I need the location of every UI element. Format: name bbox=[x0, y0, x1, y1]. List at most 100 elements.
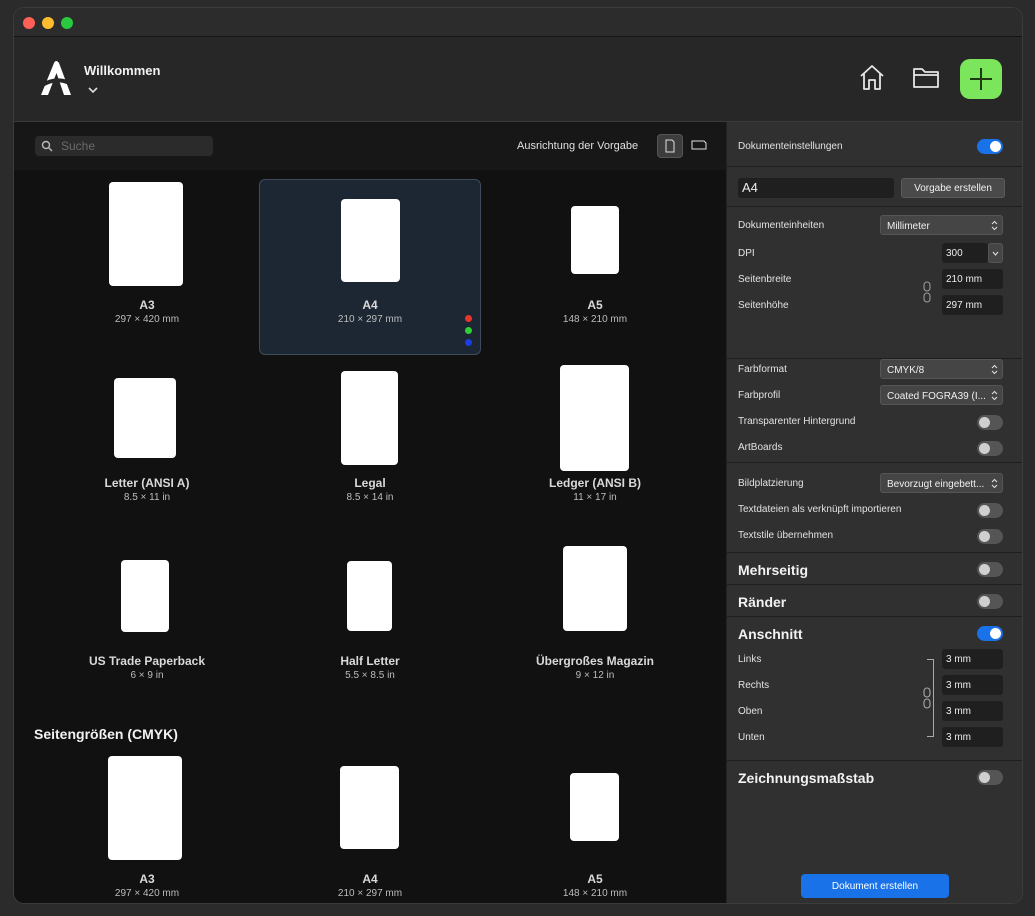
home-icon[interactable] bbox=[857, 62, 887, 92]
color-profile-value: Coated FOGRA39 (I... bbox=[887, 391, 986, 402]
preset-size: 210 × 297 mm bbox=[337, 314, 403, 325]
drawing-scale-toggle[interactable] bbox=[977, 770, 1003, 785]
create-preset-button[interactable]: Vorgabe erstellen bbox=[901, 178, 1005, 198]
image-placement-value: Bevorzugt eingebett... bbox=[887, 479, 985, 490]
search-input[interactable] bbox=[61, 136, 209, 156]
preset-size: 8.5 × 11 in bbox=[123, 492, 171, 503]
artboards-toggle[interactable] bbox=[977, 441, 1003, 456]
rgb-blue-dot bbox=[465, 339, 472, 346]
color-format-select[interactable]: CMYK/8 bbox=[880, 359, 1003, 379]
link-chain-icon[interactable] bbox=[922, 280, 932, 304]
divider bbox=[727, 584, 1022, 585]
close-window-button[interactable] bbox=[23, 17, 35, 29]
rgb-green-dot bbox=[465, 327, 472, 334]
multipage-toggle[interactable] bbox=[977, 562, 1003, 577]
bleed-left-field[interactable]: 3 mm bbox=[942, 649, 1003, 669]
preset-size: 297 × 420 mm bbox=[114, 888, 180, 899]
updown-arrows-icon bbox=[991, 478, 998, 489]
page-thumbnail bbox=[341, 371, 398, 465]
landscape-page-icon bbox=[691, 140, 707, 150]
page-thumbnail bbox=[563, 546, 627, 631]
preset-size: 148 × 210 mm bbox=[562, 888, 628, 899]
page-thumbnail bbox=[114, 378, 176, 458]
page-thumbnail bbox=[340, 766, 399, 849]
bleed-right-label: Rechts bbox=[738, 680, 770, 691]
color-profile-select[interactable]: Coated FOGRA39 (I... bbox=[880, 385, 1003, 405]
preset-tile-letter[interactable]: Letter (ANSI A) 8.5 × 11 in bbox=[36, 357, 258, 533]
units-label: Dokumenteinheiten bbox=[738, 220, 825, 231]
new-document-button[interactable] bbox=[960, 59, 1002, 99]
divider bbox=[727, 462, 1022, 463]
page-thumbnail bbox=[341, 199, 400, 282]
preset-name: A3 bbox=[139, 298, 155, 312]
orientation-label: Ausrichtung der Vorgabe bbox=[517, 140, 639, 152]
bleed-right-field[interactable]: 3 mm bbox=[942, 675, 1003, 695]
page-thumbnail bbox=[109, 182, 183, 286]
preset-size: 210 × 297 mm bbox=[337, 888, 403, 899]
portrait-orientation-button[interactable] bbox=[657, 134, 683, 158]
artboards-label: ArtBoards bbox=[738, 442, 783, 453]
title-bar bbox=[14, 8, 1022, 37]
dpi-field[interactable]: 300 bbox=[942, 243, 988, 263]
dpi-dropdown[interactable] bbox=[988, 243, 1003, 263]
preset-name: A3 bbox=[139, 872, 155, 886]
units-select[interactable]: Millimeter bbox=[880, 215, 1003, 235]
import-text-label: Textdateien als verknüpft importieren bbox=[738, 504, 902, 515]
create-document-button[interactable]: Dokument erstellen bbox=[801, 874, 949, 898]
preset-tile-legal[interactable]: Legal 8.5 × 14 in bbox=[259, 357, 481, 533]
image-placement-select[interactable]: Bevorzugt eingebett... bbox=[880, 473, 1003, 493]
updown-arrows-icon bbox=[991, 390, 998, 401]
bleed-toggle[interactable] bbox=[977, 626, 1003, 641]
divider bbox=[727, 166, 1022, 167]
bleed-bottom-label: Unten bbox=[738, 732, 765, 743]
doc-settings-toggle[interactable] bbox=[977, 139, 1003, 154]
bleed-bottom-field[interactable]: 3 mm bbox=[942, 727, 1003, 747]
preset-name-field[interactable]: A4 bbox=[738, 178, 894, 198]
landscape-orientation-button[interactable] bbox=[686, 134, 712, 158]
preset-tile-cmyk-a4[interactable]: A4 210 × 297 mm bbox=[259, 754, 481, 903]
preset-name: A5 bbox=[587, 298, 603, 312]
preset-tile-a4[interactable]: A4 210 × 297 mm bbox=[259, 179, 481, 355]
preset-name: A4 bbox=[362, 872, 378, 886]
transparent-bg-toggle[interactable] bbox=[977, 415, 1003, 430]
app-header: Willkommen bbox=[14, 37, 1022, 122]
preset-size: 11 × 17 in bbox=[573, 492, 617, 503]
link-chain-icon[interactable] bbox=[922, 686, 932, 710]
preset-tile-oversized-magazine[interactable]: Übergroßes Magazin 9 × 12 in bbox=[484, 535, 706, 711]
minimize-window-button[interactable] bbox=[42, 17, 54, 29]
preset-tile-us-trade-paperback[interactable]: US Trade Paperback 6 × 9 in bbox=[36, 535, 258, 711]
search-icon bbox=[41, 140, 53, 152]
page-width-field[interactable]: 210 mm bbox=[942, 269, 1003, 289]
margins-toggle[interactable] bbox=[977, 594, 1003, 609]
color-format-value: CMYK/8 bbox=[887, 365, 925, 376]
text-styles-label: Textstile übernehmen bbox=[738, 530, 834, 541]
affinity-logo-icon bbox=[41, 61, 71, 95]
bleed-top-field[interactable]: 3 mm bbox=[942, 701, 1003, 721]
doc-settings-label: Dokumenteinstellungen bbox=[738, 141, 843, 152]
preset-tile-cmyk-a3[interactable]: A3 297 × 420 mm bbox=[36, 754, 258, 903]
preset-browser: Ausrichtung der Vorgabe A3 297 × 420 mm … bbox=[14, 122, 726, 903]
page-thumbnail bbox=[108, 756, 182, 860]
multipage-label: Mehrseitig bbox=[738, 562, 809, 578]
preset-tile-a3[interactable]: A3 297 × 420 mm bbox=[36, 179, 258, 355]
preset-name: Half Letter bbox=[340, 654, 400, 668]
bleed-left-label: Links bbox=[738, 654, 762, 665]
preset-tile-cmyk-a5[interactable]: A5 148 × 210 mm bbox=[484, 754, 706, 903]
preset-size: 148 × 210 mm bbox=[562, 314, 628, 325]
divider bbox=[727, 206, 1022, 207]
preset-name: US Trade Paperback bbox=[88, 654, 206, 668]
import-text-toggle[interactable] bbox=[977, 503, 1003, 518]
maximize-window-button[interactable] bbox=[61, 17, 73, 29]
color-format-label: Farbformat bbox=[738, 364, 787, 375]
divider bbox=[727, 760, 1022, 761]
preset-tile-a5[interactable]: A5 148 × 210 mm bbox=[484, 179, 706, 355]
page-thumbnail bbox=[571, 206, 619, 274]
folder-icon[interactable] bbox=[911, 62, 941, 92]
updown-arrows-icon bbox=[991, 220, 998, 231]
chevron-down-icon[interactable] bbox=[86, 83, 100, 97]
preset-tile-half-letter[interactable]: Half Letter 5.5 × 8.5 in bbox=[259, 535, 481, 711]
dpi-label: DPI bbox=[738, 248, 755, 259]
page-height-field[interactable]: 297 mm bbox=[942, 295, 1003, 315]
preset-tile-ledger[interactable]: Ledger (ANSI B) 11 × 17 in bbox=[484, 357, 706, 533]
text-styles-toggle[interactable] bbox=[977, 529, 1003, 544]
